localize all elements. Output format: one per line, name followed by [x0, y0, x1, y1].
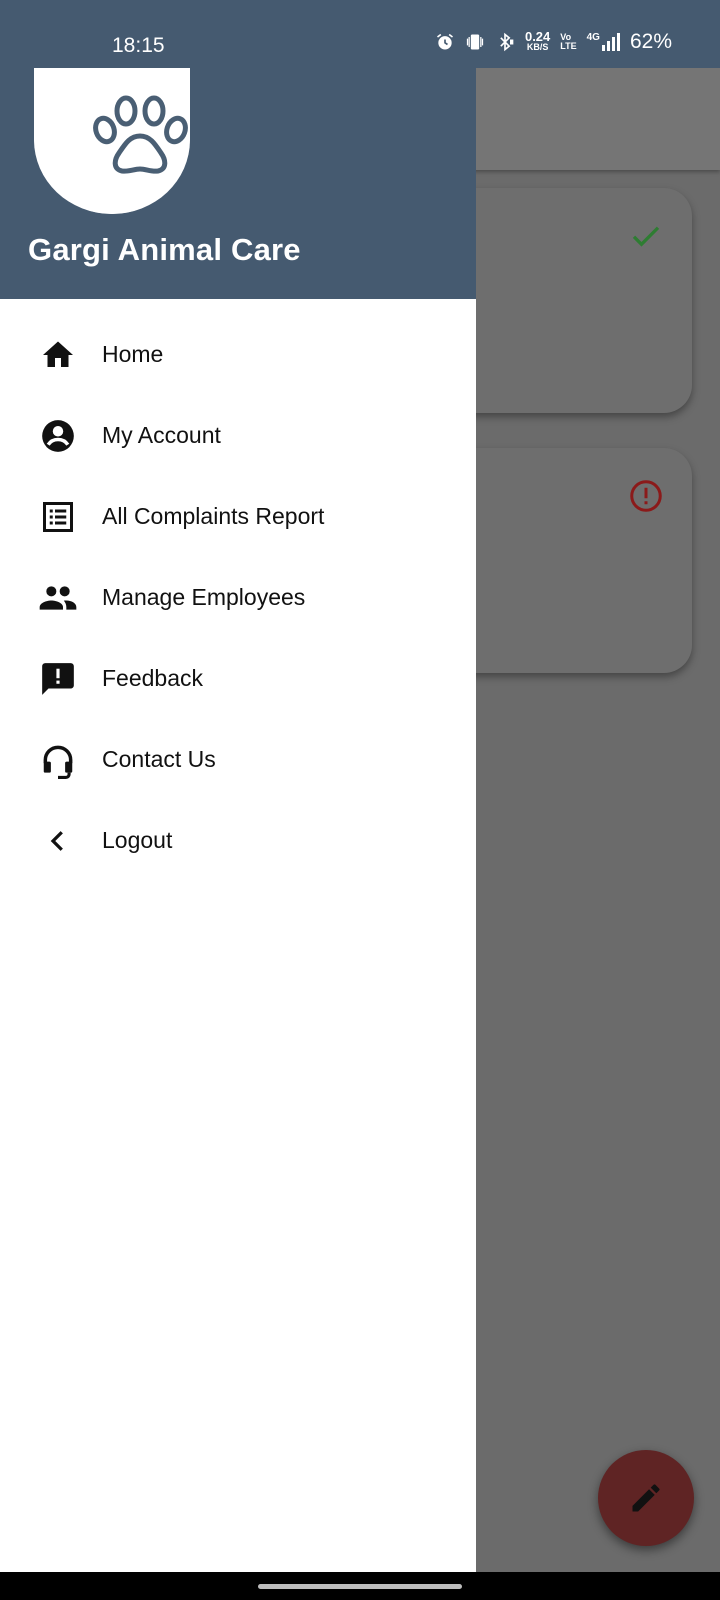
bluetooth-icon: [500, 32, 514, 52]
vibrate-icon: [466, 34, 484, 50]
navigation-drawer: Gargi Animal Care Home My Account All Co…: [0, 0, 476, 1572]
menu-item-label: All Complaints Report: [102, 503, 325, 529]
edit-pencil-icon: [632, 1484, 660, 1512]
status-icons: 0.24 KB/S Vo LTE 4G 62%: [435, 30, 672, 54]
headset-icon: [38, 740, 78, 780]
feedback-icon: [38, 659, 78, 699]
list-report-icon: [38, 497, 78, 537]
menu-item-label: Feedback: [102, 665, 204, 691]
menu-item-logout[interactable]: Logout: [0, 800, 476, 881]
menu-item-label: Logout: [102, 827, 173, 853]
menu-item-home[interactable]: Home: [0, 314, 476, 395]
brand-name: Gargi Animal Care: [28, 232, 301, 267]
chevron-left-icon: [38, 821, 78, 861]
menu-item-manage-employees[interactable]: Manage Employees: [0, 557, 476, 638]
menu-item-feedback[interactable]: Feedback: [0, 638, 476, 719]
status-bar: 18:15 0.24 KB/S Vo LTE 4G 62%: [0, 0, 720, 68]
menu-item-label: Home: [102, 341, 164, 367]
menu-item-label: Manage Employees: [102, 584, 306, 610]
check-icon: [632, 226, 660, 247]
net-speed: 0.24 KB/S: [524, 29, 551, 52]
status-time: 18:15: [112, 34, 165, 57]
logo-avatar: [34, 68, 190, 214]
menu-item-label: Contact Us: [102, 746, 216, 772]
account-circle-icon: [38, 416, 78, 456]
home-gesture-handle[interactable]: [258, 1584, 462, 1589]
people-icon: [38, 578, 78, 618]
menu-item-label: My Account: [102, 422, 221, 448]
menu-item-my-account[interactable]: My Account: [0, 395, 476, 476]
drawer-header: Gargi Animal Care: [0, 68, 476, 299]
menu-item-contact-us[interactable]: Contact Us: [0, 719, 476, 800]
alarm-icon: [436, 33, 453, 50]
signal-icon: 4G: [587, 33, 620, 51]
paw-icon: [93, 95, 188, 174]
volte-indicator: Vo LTE: [560, 32, 577, 51]
error-circle-icon: [630, 480, 662, 512]
battery-level: 62%: [629, 30, 672, 53]
system-nav-bar: [0, 1572, 720, 1600]
edit-fab-button[interactable]: [598, 1450, 694, 1546]
drawer-menu: Home My Account All Complaints Report Ma…: [0, 314, 476, 881]
menu-item-all-complaints-report[interactable]: All Complaints Report: [0, 476, 476, 557]
home-icon: [38, 335, 78, 375]
